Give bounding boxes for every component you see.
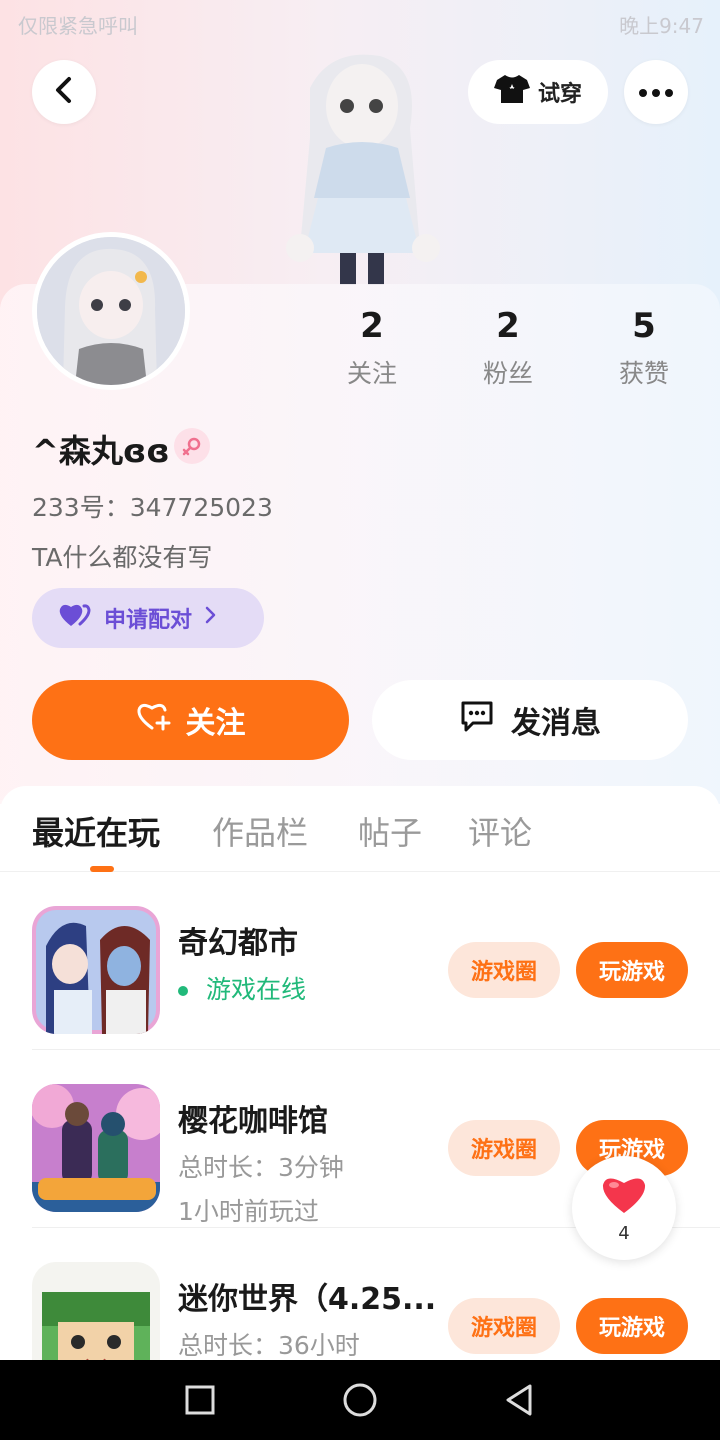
avatar[interactable] <box>32 232 190 390</box>
stat-followers-label: 粉丝 <box>482 359 533 388</box>
game-online-status: 游戏在线 <box>178 970 306 1006</box>
row-divider <box>32 1049 720 1050</box>
chevron-right-icon <box>204 605 218 631</box>
status-time: 晚上9:47 <box>619 14 704 38</box>
game-online-label: 游戏在线 <box>206 975 307 1004</box>
like-button[interactable]: 4 <box>572 1156 676 1260</box>
stat-followers-count: 2 <box>496 306 520 346</box>
heart-icon <box>600 1173 648 1219</box>
game-last-played: 1小时前玩过 <box>178 1197 319 1226</box>
tab-comments[interactable]: 评论 <box>468 808 532 854</box>
send-message-label: 发消息 <box>511 706 601 741</box>
try-on-button[interactable]: 试穿 <box>468 60 608 124</box>
status-carrier: 仅限紧急呼叫 <box>18 14 138 38</box>
send-message-button[interactable]: 发消息 <box>372 680 688 760</box>
stat-following-label: 关注 <box>346 359 397 388</box>
pair-request-label: 申请配对 <box>104 608 193 633</box>
character-showcase[interactable] <box>270 48 470 288</box>
tab-indicator <box>90 866 114 872</box>
game-circle-button[interactable]: 游戏圈 <box>448 1298 560 1354</box>
play-game-button[interactable]: 玩游戏 <box>576 942 688 998</box>
more-icon <box>638 83 674 102</box>
like-count: 4 <box>618 1222 630 1244</box>
back-button[interactable] <box>32 60 96 124</box>
game-playtime: 总时长：36小时 <box>178 1331 360 1360</box>
stat-likes-label: 获赞 <box>618 359 669 388</box>
triangle-back-nav-icon[interactable] <box>500 1380 540 1420</box>
profile-tabs: 最近在玩 作品栏 帖子 评论 <box>0 786 720 872</box>
game-row[interactable]: 奇幻都市 游戏在线 游戏圈 玩游戏 <box>32 874 720 1050</box>
stat-followers[interactable]: 2 粉丝 <box>448 304 568 390</box>
more-options-button[interactable] <box>624 60 688 124</box>
stat-likes[interactable]: 5 获赞 <box>584 304 704 390</box>
game-icon <box>32 906 160 1034</box>
game-name: 迷你世界（4.25... <box>178 1282 437 1317</box>
try-on-label: 试穿 <box>537 82 582 107</box>
heart-pair-icon <box>58 602 92 634</box>
profile-bio: TA什么都没有写 <box>32 543 213 572</box>
back-arrow-icon <box>52 76 76 108</box>
follow-button[interactable]: 关注 <box>32 680 349 760</box>
game-name: 樱花咖啡馆 <box>178 1104 328 1139</box>
pair-request-button[interactable]: 申请配对 <box>32 588 264 648</box>
tab-works[interactable]: 作品栏 <box>212 808 308 854</box>
online-dot <box>178 986 188 996</box>
content-panel: 最近在玩 作品栏 帖子 评论 奇幻都市 游戏在线 游戏圈 玩游戏 樱花咖啡馆 总… <box>0 786 720 1360</box>
chat-bubble-icon <box>459 699 495 741</box>
tab-posts[interactable]: 帖子 <box>358 808 422 854</box>
shirt-icon <box>493 73 530 111</box>
game-name: 奇幻都市 <box>178 926 298 961</box>
circle-nav-icon[interactable] <box>340 1380 380 1420</box>
tab-recently-played[interactable]: 最近在玩 <box>32 808 160 854</box>
square-nav-icon[interactable] <box>180 1380 220 1420</box>
game-icon <box>32 1262 160 1360</box>
game-icon <box>32 1084 160 1212</box>
stat-following-count: 2 <box>360 306 384 346</box>
game-circle-button[interactable]: 游戏圈 <box>448 1120 560 1176</box>
profile-name: ^森丸ɞɞ <box>32 432 170 470</box>
status-bar: 仅限紧急呼叫 晚上9:47 <box>0 0 720 48</box>
system-nav-bar <box>0 1360 720 1440</box>
female-icon <box>174 428 210 464</box>
profile-uid: 233号：347725023 <box>32 493 273 522</box>
play-game-button[interactable]: 玩游戏 <box>576 1298 688 1354</box>
stat-likes-count: 5 <box>632 306 656 346</box>
game-circle-button[interactable]: 游戏圈 <box>448 942 560 998</box>
game-playtime: 总时长：3分钟 <box>178 1153 344 1182</box>
heart-plus-icon <box>136 700 172 740</box>
stat-following[interactable]: 2 关注 <box>312 304 432 390</box>
follow-label: 关注 <box>185 706 246 741</box>
